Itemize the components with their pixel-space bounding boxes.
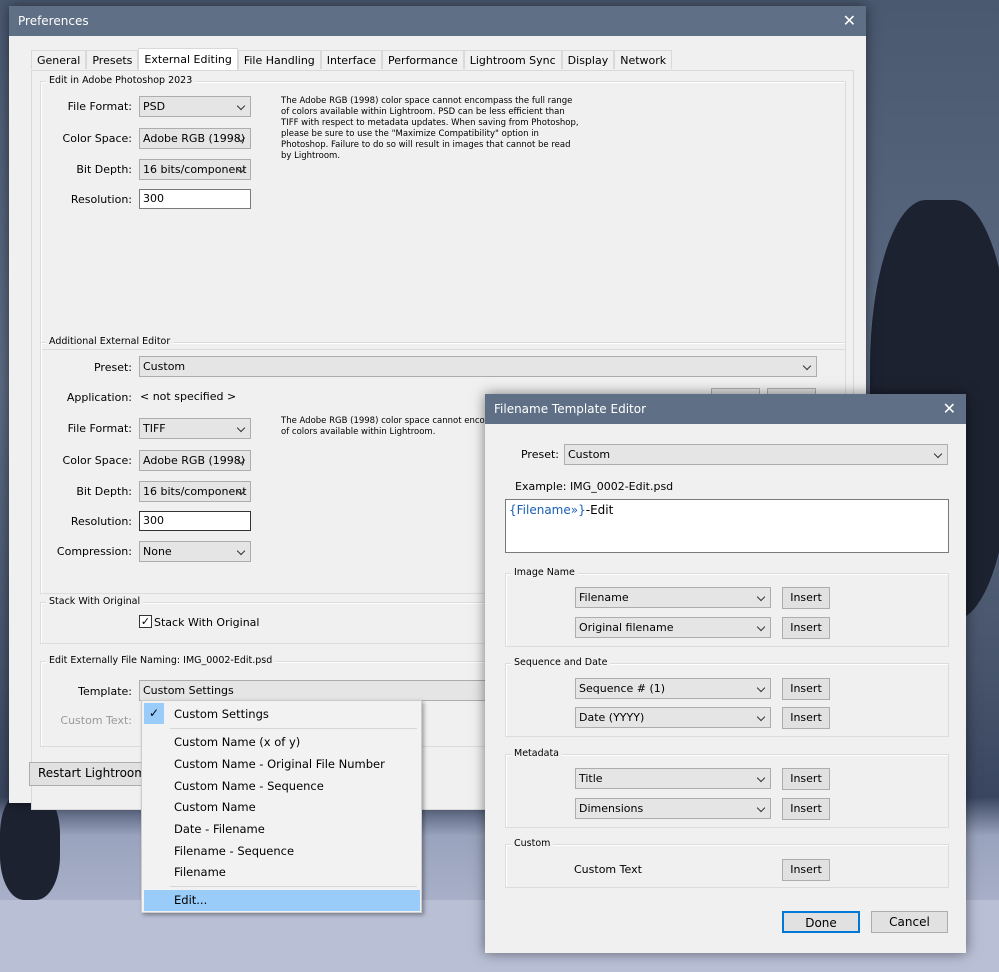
group-title: Image Name <box>511 567 578 578</box>
compression-select[interactable]: None <box>139 541 251 562</box>
title-bar: Filename Template Editor ✕ <box>485 394 966 424</box>
photoshop-note: The Adobe RGB (1998) color space cannot … <box>281 96 579 161</box>
close-icon[interactable]: ✕ <box>843 6 856 36</box>
resolution-input[interactable]: 300 <box>139 189 251 209</box>
tab-presets[interactable]: Presets <box>86 50 139 69</box>
preferences-tabs: General Presets External Editing File Ha… <box>31 48 673 70</box>
date-select[interactable]: Date (YYYY) <box>575 707 771 728</box>
preset-select[interactable]: Custom <box>139 356 817 377</box>
insert-button[interactable]: Insert <box>782 798 830 820</box>
insert-button[interactable]: Insert <box>782 587 830 609</box>
label: Example: <box>515 480 567 493</box>
group-title: Additional External Editor <box>46 336 174 347</box>
tab-network[interactable]: Network <box>614 50 673 69</box>
example-line: Example: IMG_0002-Edit.psd <box>515 480 673 493</box>
group-title: Custom <box>511 838 554 849</box>
tab-interface[interactable]: Interface <box>320 50 383 69</box>
check-icon: ✓ <box>144 703 164 724</box>
bit-depth-select[interactable]: 16 bits/component <box>139 481 251 502</box>
image-name-select[interactable]: Filename <box>575 587 771 608</box>
label: Resolution: <box>70 515 132 528</box>
color-space-select[interactable]: Adobe RGB (1998) <box>139 128 251 149</box>
sequence-select[interactable]: Sequence # (1) <box>575 678 771 699</box>
label: Resolution: <box>70 193 132 206</box>
filename-token[interactable]: {Filename»} <box>509 503 586 517</box>
metadata-select[interactable]: Title <box>575 768 771 789</box>
menu-item[interactable]: Date - Filename <box>174 822 265 836</box>
label: File Format: <box>67 100 132 113</box>
resolution-input[interactable]: 300 <box>139 511 251 531</box>
cancel-button[interactable]: Cancel <box>871 911 948 933</box>
group-title-text: Edit Externally File Naming: <box>49 655 181 666</box>
title-bar: Preferences ✕ <box>9 6 866 36</box>
group-title: Sequence and Date <box>511 657 611 668</box>
label: Color Space: <box>62 454 132 467</box>
menu-separator <box>170 886 417 887</box>
label: File Format: <box>67 422 132 435</box>
tab-file-handling[interactable]: File Handling <box>237 50 321 69</box>
menu-separator <box>170 728 417 729</box>
tab-lightroom-sync[interactable]: Lightroom Sync <box>463 50 562 69</box>
label: Application: <box>66 391 132 404</box>
close-icon[interactable]: ✕ <box>943 394 956 424</box>
application-value: < not specified > <box>140 390 237 403</box>
label: Preset: <box>93 361 132 374</box>
group-title: Metadata <box>511 748 562 759</box>
file-format-select[interactable]: PSD <box>139 96 251 117</box>
tab-external-editing[interactable]: External Editing <box>138 48 238 70</box>
label: Custom Text: <box>60 714 132 727</box>
filename-template-editor-dialog: Filename Template Editor ✕ Preset: Custom… <box>485 394 966 953</box>
menu-item[interactable]: Custom Name - Sequence <box>174 779 324 793</box>
menu-item[interactable]: Custom Name - Original File Number <box>174 757 385 771</box>
tab-performance[interactable]: Performance <box>382 50 464 69</box>
custom-text-label: Custom Text <box>574 863 642 876</box>
insert-button[interactable]: Insert <box>782 859 830 881</box>
example-value: IMG_0002-Edit.psd <box>569 480 674 493</box>
custom-group <box>505 844 949 888</box>
insert-button[interactable]: Insert <box>782 678 830 700</box>
label: Bit Depth: <box>76 163 132 176</box>
menu-item[interactable]: Filename <box>174 865 226 879</box>
menu-item[interactable]: Custom Settings <box>174 707 269 721</box>
label: Compression: <box>56 545 132 558</box>
naming-example: IMG_0002-Edit.psd <box>183 655 273 666</box>
color-space-select[interactable]: Adobe RGB (1998) <box>139 450 251 471</box>
group-title: Edit in Adobe Photoshop 2023 <box>46 75 196 86</box>
group-title: Stack With Original <box>46 596 144 607</box>
menu-item-label: Edit... <box>174 893 208 907</box>
template-dropdown-menu: ✓ Custom Settings Custom Name (x of y) C… <box>141 700 422 913</box>
checkbox-label: Stack With Original <box>154 616 260 629</box>
group-title: Edit Externally File Naming: IMG_0002-Ed… <box>46 655 276 666</box>
tab-general[interactable]: General <box>31 50 87 69</box>
label: Template: <box>78 685 132 698</box>
label: Color Space: <box>62 132 132 145</box>
template-text: -Edit <box>585 503 614 517</box>
image-name-select[interactable]: Original filename <box>575 617 771 638</box>
preset-select[interactable]: Custom <box>564 444 948 465</box>
done-button[interactable]: Done <box>782 911 860 933</box>
dialog-title: Filename Template Editor <box>494 402 647 416</box>
stack-checkbox[interactable]: ✓ <box>139 615 152 628</box>
menu-item[interactable]: Custom Name <box>174 800 256 814</box>
insert-button[interactable]: Insert <box>782 768 830 790</box>
insert-button[interactable]: Insert <box>782 707 830 729</box>
window-title: Preferences <box>18 14 89 28</box>
menu-item-edit[interactable]: Edit... <box>144 890 420 911</box>
file-format-select[interactable]: TIFF <box>139 418 251 439</box>
menu-item[interactable]: Custom Name (x of y) <box>174 735 300 749</box>
insert-button[interactable]: Insert <box>782 617 830 639</box>
metadata-select[interactable]: Dimensions <box>575 798 771 819</box>
bit-depth-select[interactable]: 16 bits/component <box>139 159 251 180</box>
template-text-area[interactable]: {Filename»}-Edit <box>505 499 949 553</box>
menu-item[interactable]: Filename - Sequence <box>174 844 294 858</box>
label: Bit Depth: <box>76 485 132 498</box>
tab-display[interactable]: Display <box>561 50 615 69</box>
label: Preset: <box>520 448 559 461</box>
